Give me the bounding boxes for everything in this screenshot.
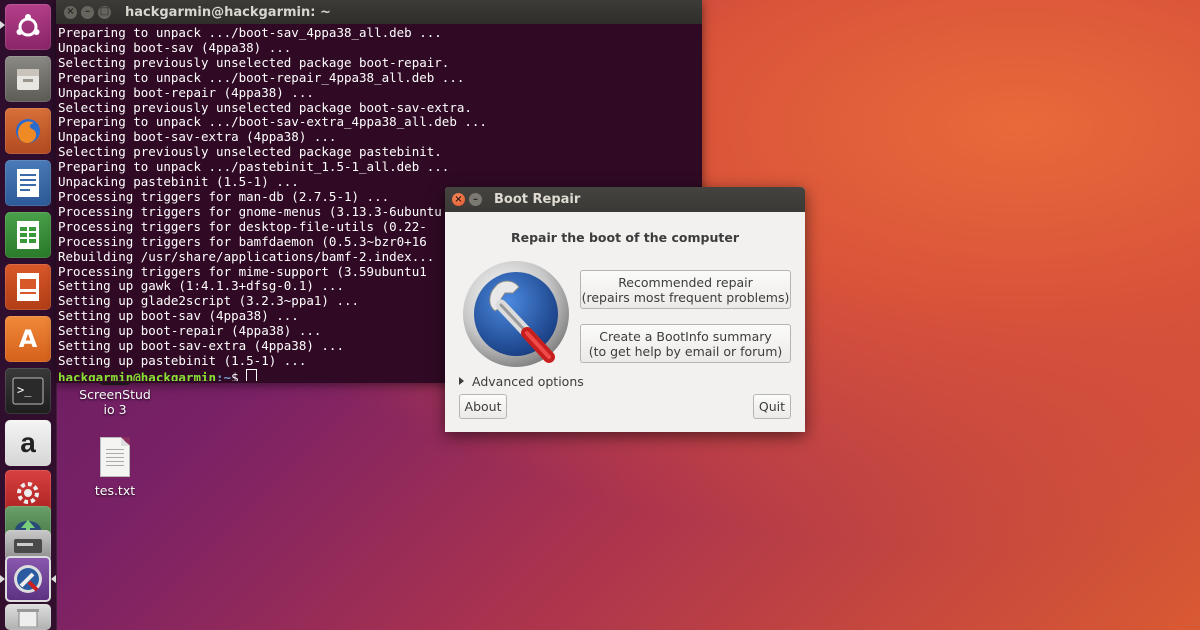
terminal-line: Unpacking boot-repair (4ppa38) ... — [58, 84, 314, 100]
trash-icon[interactable] — [5, 604, 51, 630]
focused-indicator — [51, 575, 56, 583]
ubuntu-dash-icon[interactable] — [5, 4, 51, 50]
bootinfo-summary-label: Create a BootInfo summary — [599, 329, 772, 344]
advanced-options-label: Advanced options — [472, 374, 584, 389]
dialog-title: Boot Repair — [494, 192, 581, 207]
terminal-line: Preparing to unpack .../boot-repair_4ppa… — [58, 69, 465, 85]
bootinfo-summary-sublabel: (to get help by email or forum) — [588, 344, 783, 359]
terminal-line: Selecting previously unselected package … — [58, 99, 472, 115]
prompt-user: hackgarmin@hackgarmin — [58, 369, 217, 381]
terminal-line: Selecting previously unselected package … — [58, 144, 442, 160]
boot-repair-dialog[interactable]: × – Boot Repair Repair the boot of the c… — [445, 187, 805, 432]
boot-repair-icon[interactable] — [5, 556, 51, 602]
terminal-icon[interactable]: >_ — [5, 368, 51, 414]
minimize-icon[interactable]: – — [469, 193, 482, 206]
libreoffice-impress-icon[interactable] — [5, 264, 51, 310]
close-icon[interactable]: × — [452, 193, 465, 206]
terminal-line: Unpacking boot-sav-extra (4ppa38) ... — [58, 129, 337, 145]
advanced-options-expander[interactable]: Advanced options — [459, 374, 584, 389]
desktop-icon-label: ScreenStudio 3 — [79, 387, 151, 417]
bootinfo-summary-button[interactable]: Create a BootInfo summary (to get help b… — [580, 324, 791, 363]
desktop-icon-tes-txt[interactable]: tes.txt — [75, 437, 155, 498]
prompt-path: :~ — [216, 369, 232, 381]
svg-text:>_: >_ — [17, 383, 32, 397]
about-button[interactable]: About — [459, 394, 507, 419]
maximize-icon[interactable]: □ — [98, 5, 111, 19]
terminal-line: Preparing to unpack .../pastebinit_1.5-1… — [58, 159, 450, 175]
terminal-titlebar[interactable]: × – □ hackgarmin@hackgarmin: ~ — [56, 0, 702, 24]
terminal-cursor — [246, 368, 258, 381]
software-center-icon[interactable]: A — [5, 316, 51, 362]
files-icon[interactable] — [5, 56, 51, 102]
minimize-icon[interactable]: – — [81, 5, 94, 19]
quit-button[interactable]: Quit — [753, 394, 791, 419]
expander-arrow-icon — [459, 377, 464, 385]
libreoffice-writer-icon[interactable] — [5, 160, 51, 206]
terminal-line: Preparing to unpack .../boot-sav-extra_4… — [58, 114, 487, 130]
terminal-line: Preparing to unpack .../boot-sav_4ppa38_… — [58, 25, 442, 40]
terminal-line: Selecting previously unselected package … — [58, 54, 450, 70]
amazon-icon[interactable]: a — [5, 420, 51, 466]
recommended-repair-label: Recommended repair — [618, 275, 753, 290]
prompt-symbol: $ — [231, 369, 247, 381]
dialog-titlebar[interactable]: × – Boot Repair — [445, 187, 805, 212]
recommended-repair-button[interactable]: Recommended repair (repairs most frequen… — [580, 270, 791, 309]
recommended-repair-sublabel: (repairs most frequent problems) — [581, 290, 790, 305]
dialog-heading: Repair the boot of the computer — [510, 230, 739, 245]
boot-repair-logo-icon — [463, 261, 569, 367]
firefox-icon[interactable] — [5, 108, 51, 154]
text-file-icon — [100, 437, 130, 477]
libreoffice-calc-icon[interactable] — [5, 212, 51, 258]
desktop-icon-label: tes.txt — [94, 483, 136, 498]
terminal-title: hackgarmin@hackgarmin: ~ — [125, 4, 331, 20]
close-icon[interactable]: × — [64, 5, 77, 19]
terminal-line: Unpacking boot-sav (4ppa38) ... — [58, 39, 292, 55]
unity-launcher: A >_ a — [0, 0, 57, 630]
